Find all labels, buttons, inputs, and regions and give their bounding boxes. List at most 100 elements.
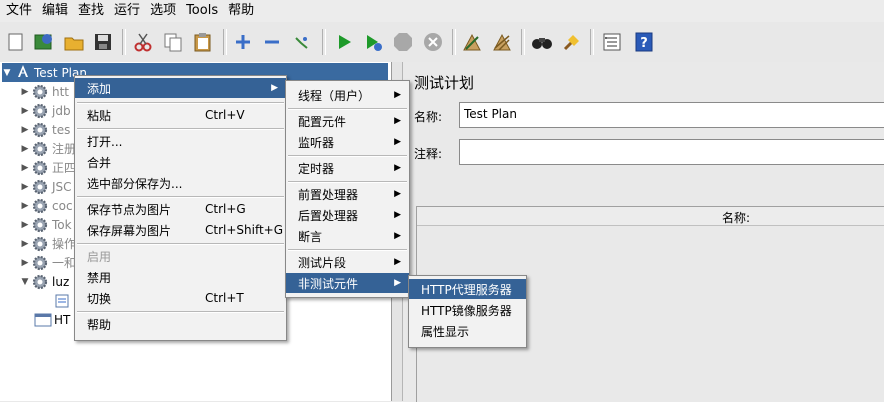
function-helper-icon[interactable] [600, 30, 624, 54]
expand-arrow-icon[interactable]: ▶ [20, 106, 30, 116]
thread-group-gear-icon [32, 217, 48, 233]
menu-item-save-selection[interactable]: 选中部分保存为... [75, 173, 286, 193]
expand-arrow-icon[interactable]: ▶ [20, 220, 30, 230]
cut-icon[interactable] [131, 30, 155, 54]
menu-item-timer[interactable]: 定时器 ▶ [286, 158, 409, 178]
tree-node[interactable]: ▶ coc [20, 196, 73, 215]
paste-icon[interactable] [191, 30, 215, 54]
menu-item-non-test-elements[interactable]: 非测试元件 ▶ [286, 273, 409, 293]
menu-edit[interactable]: 编辑 [38, 0, 72, 22]
menu-item-post-processor[interactable]: 后置处理器 ▶ [286, 205, 409, 225]
menu-item-paste[interactable]: 粘贴 Ctrl+V [75, 105, 286, 125]
thread-group-gear-icon [32, 122, 48, 138]
expand-arrow-icon[interactable]: ▶ [20, 239, 30, 249]
table-header: 名称: [417, 207, 884, 226]
shutdown-icon[interactable] [421, 30, 445, 54]
thread-group-gear-icon [32, 255, 48, 271]
tree-node-luz[interactable]: ▼ luz [20, 272, 69, 291]
menu-item-open[interactable]: 打开... [75, 131, 286, 151]
menu-item-disable[interactable]: 禁用 [75, 267, 286, 287]
thread-group-gear-icon [32, 160, 48, 176]
svg-text:?: ? [640, 36, 648, 51]
menu-help[interactable]: 帮助 [224, 0, 258, 22]
menu-item-config[interactable]: 配置元件 ▶ [286, 111, 409, 131]
menu-item-add[interactable]: 添加 ▶ [75, 78, 286, 98]
menu-item-listener[interactable]: 监听器 ▶ [286, 132, 409, 152]
menu-item-pre-processor[interactable]: 前置处理器 ▶ [286, 184, 409, 204]
search-icon[interactable] [530, 30, 554, 54]
clear-icon[interactable] [460, 30, 484, 54]
submenu-arrow-icon: ▶ [394, 116, 401, 126]
expand-arrow-icon[interactable]: ▶ [20, 182, 30, 192]
expand-arrow-icon[interactable]: ▶ [20, 87, 30, 97]
tree-node[interactable]: ▶ 操作 [20, 234, 76, 253]
menu-item-http-mirror[interactable]: HTTP镜像服务器 [409, 300, 526, 320]
thread-group-gear-icon [32, 84, 48, 100]
menu-item-enable: 启用 [87, 249, 112, 264]
name-field[interactable]: Test Plan [459, 102, 884, 128]
menu-item-test-fragment[interactable]: 测试片段 ▶ [286, 252, 409, 272]
clear-all-icon[interactable] [490, 30, 514, 54]
menu-file[interactable]: 文件 [2, 0, 36, 22]
menu-item-save-node-image[interactable]: 保存节点为图片 Ctrl+G [75, 199, 286, 219]
collapse-icon[interactable] [260, 30, 284, 54]
name-label: 名称: [414, 110, 443, 124]
menu-item-property-display[interactable]: 属性显示 [409, 321, 526, 341]
tree-node[interactable]: ▶ Tok [20, 215, 72, 234]
help-icon[interactable]: ? [632, 30, 656, 54]
tree-node[interactable]: ▶ jdb [20, 101, 71, 120]
submenu-arrow-icon: ▶ [394, 137, 401, 147]
tree-node-http[interactable]: HT [32, 310, 70, 329]
comment-label: 注释: [414, 147, 443, 161]
collapse-arrow-icon[interactable]: ▼ [2, 68, 12, 78]
new-icon[interactable] [4, 30, 28, 54]
menu-item-merge[interactable]: 合并 [75, 152, 286, 172]
tree-node[interactable]: ▶ 正四 [20, 158, 76, 177]
expand-arrow-icon[interactable]: ▶ [20, 201, 30, 211]
menu-search[interactable]: 查找 [74, 0, 108, 22]
save-icon[interactable] [91, 30, 115, 54]
menu-tools[interactable]: Tools [182, 0, 222, 22]
submenu-arrow-icon: ▶ [394, 278, 401, 288]
thread-group-gear-icon [32, 179, 48, 195]
tree-node[interactable]: ▶ 注册 [20, 139, 76, 158]
templates-icon[interactable] [32, 30, 56, 54]
menu-options[interactable]: 选项 [146, 0, 180, 22]
tree-node[interactable]: ▶ JSC [20, 177, 72, 196]
collapse-arrow-icon[interactable]: ▼ [20, 277, 30, 287]
menu-item-help[interactable]: 帮助 [75, 314, 286, 334]
submenu-arrow-icon: ▶ [394, 90, 401, 100]
menu-item-save-screen-image[interactable]: 保存屏幕为图片 Ctrl+Shift+G [75, 220, 286, 240]
expand-arrow-icon[interactable]: ▶ [20, 258, 30, 268]
expand-arrow-icon[interactable]: ▶ [20, 144, 30, 154]
expand-arrow-icon[interactable]: ▶ [20, 125, 30, 135]
submenu-arrow-icon: ▶ [394, 163, 401, 173]
copy-icon[interactable] [161, 30, 185, 54]
tree-node-child[interactable] [52, 291, 74, 310]
start-no-pause-icon[interactable] [361, 30, 385, 54]
menu-run[interactable]: 运行 [110, 0, 144, 22]
menu-item-threads[interactable]: 线程（用户） ▶ [286, 85, 409, 105]
comment-field[interactable] [459, 139, 884, 165]
submenu-arrow-icon: ▶ [394, 257, 401, 267]
toggle-icon[interactable] [290, 30, 314, 54]
menu-item-toggle[interactable]: 切换 Ctrl+T [75, 288, 286, 308]
thread-group-gear-icon [32, 141, 48, 157]
tree-node[interactable]: ▶ htt [20, 82, 69, 101]
reset-search-icon[interactable] [560, 30, 584, 54]
open-icon[interactable] [62, 30, 86, 54]
thread-group-gear-icon [32, 103, 48, 119]
panel-title: 测试计划 [414, 74, 475, 92]
expand-icon[interactable] [231, 30, 255, 54]
tree-node[interactable]: ▶ tes [20, 120, 70, 139]
start-icon[interactable] [332, 30, 356, 54]
test-plan-panel: 测试计划 名称: Test Plan 注释: 名称: [403, 62, 884, 402]
menu-item-assertion[interactable]: 断言 ▶ [286, 226, 409, 246]
expand-arrow-icon[interactable]: ▶ [20, 163, 30, 173]
submenu-arrow-icon: ▶ [271, 83, 278, 93]
add-submenu: 线程（用户） ▶ 配置元件 ▶ 监听器 ▶ 定时器 ▶ 前置处理器 ▶ 后置处理… [285, 80, 410, 298]
tree-node[interactable]: ▶ 一和 [20, 253, 76, 272]
menu-item-http-proxy[interactable]: HTTP代理服务器 [409, 279, 526, 299]
submenu-arrow-icon: ▶ [394, 210, 401, 220]
stop-icon[interactable] [391, 30, 415, 54]
